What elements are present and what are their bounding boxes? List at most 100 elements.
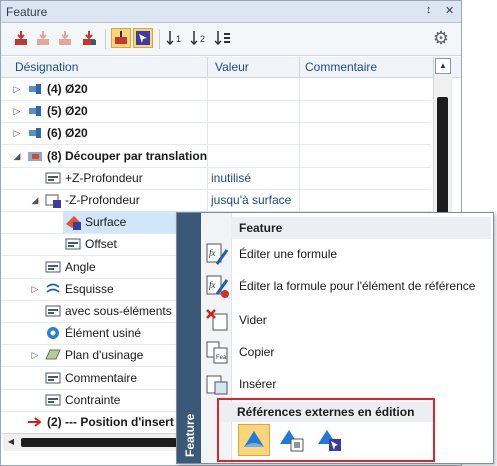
panel-titlebar: Feature ↕ ✕ <box>1 1 461 23</box>
menu-item-label: Copier <box>239 345 275 359</box>
tree-row-value[interactable]: jusqu'à surface <box>211 193 291 207</box>
tree-row-label: Offset <box>85 237 117 252</box>
h-scroll-thumb[interactable] <box>21 438 201 447</box>
tree-row[interactable]: ◢ (8) Découper par translation <box>1 145 431 168</box>
collapse-icon[interactable]: ◢ <box>29 189 41 211</box>
tree-row-label: (4) Ø20 <box>47 82 88 96</box>
menu-header-label: Feature <box>239 221 283 235</box>
insert-feature-3-icon[interactable] <box>79 28 99 48</box>
parameter-icon <box>45 170 61 186</box>
tree-row-label: Contrainte <box>65 392 121 407</box>
toolbar-separator-2 <box>159 29 160 49</box>
ext-ref-doc-icon[interactable] <box>276 424 308 456</box>
paste-icon <box>205 372 229 396</box>
tree-row-label: avec sous-éléments <box>65 304 172 318</box>
external-refs-header: Références externes en édition <box>219 402 433 422</box>
scroll-left-button[interactable]: ◀ <box>3 434 19 450</box>
svg-text:1: 1 <box>176 34 181 44</box>
panel-title: Feature <box>6 5 48 19</box>
tree-row-label: Élément usiné <box>65 326 142 341</box>
column-commentaire[interactable]: Commentaire <box>305 60 377 74</box>
formula-ref-edit-icon: fx <box>205 274 229 298</box>
expand-icon[interactable]: ▷ <box>11 78 23 100</box>
menu-item-edit-formula[interactable]: fx Éditer une formule <box>201 239 493 269</box>
column-designation[interactable]: Désignation <box>15 60 78 74</box>
insert-feature-disabled-icon[interactable] <box>33 28 53 48</box>
column-valeur[interactable]: Valeur <box>215 60 249 74</box>
toolbar: 1 2 ⚙ <box>1 23 461 56</box>
tree-row-value[interactable]: inutilisé <box>211 171 251 185</box>
scroll-up-button[interactable]: ▲ <box>435 58 451 74</box>
sort-2-icon[interactable]: 2 <box>189 28 209 48</box>
parameter-icon <box>45 303 61 319</box>
tree-row[interactable]: +Z-Profondeur inutilisé <box>1 167 431 190</box>
menu-header: Feature <box>231 217 491 239</box>
bolt-icon <box>27 125 43 141</box>
machined-gear-icon <box>45 325 61 341</box>
menu-item-edit-ref-formula[interactable]: fx Éditer la formule pour l'élément de r… <box>201 271 493 301</box>
insert-feature-icon[interactable] <box>11 28 31 48</box>
tree-row-label: Plan d'usinage <box>65 348 144 363</box>
collapse-icon[interactable]: ◢ <box>11 145 23 167</box>
gear-icon[interactable]: ⚙ <box>433 29 449 47</box>
parameter-icon <box>45 370 61 386</box>
external-refs-label: Références externes en édition <box>237 405 415 419</box>
cursor-select-icon[interactable] <box>133 28 153 48</box>
menu-item-label: Insérer <box>239 377 277 391</box>
copy-icon: Fea <box>205 340 229 364</box>
tree-row-label: Commentaire <box>65 370 138 385</box>
toolbar-separator <box>105 29 106 49</box>
tree-row-label: Angle <box>65 259 96 274</box>
tree-row-label: +Z-Profondeur <box>65 170 143 185</box>
expand-icon[interactable]: ▷ <box>11 100 23 122</box>
menu-item-label: Vider <box>239 313 267 327</box>
expand-icon[interactable]: ▷ <box>11 122 23 144</box>
insert-feature-disabled-2-icon[interactable] <box>55 28 75 48</box>
cut-extrude-icon <box>27 148 43 164</box>
menu-item-label: Éditer une formule <box>239 247 338 261</box>
menu-item-inserer[interactable]: Insérer <box>201 369 493 399</box>
parameter-icon <box>65 236 81 252</box>
expand-icon[interactable]: ▷ <box>29 278 41 300</box>
tree-row[interactable]: ▷ (6) Ø20 <box>1 122 431 146</box>
parameter-ref-icon <box>45 192 61 208</box>
tree-row-label: (6) Ø20 <box>47 126 88 141</box>
clear-icon <box>205 308 229 332</box>
tree-row-label: Surface <box>85 215 127 230</box>
svg-text:fx: fx <box>209 248 216 258</box>
svg-text:2: 2 <box>200 34 205 44</box>
parameter-icon <box>45 259 61 275</box>
ext-ref-active-icon[interactable] <box>238 424 270 456</box>
red-arrow-icon <box>27 414 43 430</box>
menu-item-copier[interactable]: Fea Copier <box>201 337 493 367</box>
sort-1-icon[interactable]: 1 <box>165 28 185 48</box>
surface-ref-icon <box>65 214 81 231</box>
tree-row-label: (8) Découper par translation <box>47 148 208 163</box>
bolt-icon <box>27 103 43 119</box>
close-icon[interactable]: ✕ <box>445 4 454 17</box>
tree-row-label: -Z-Profondeur <box>65 193 140 207</box>
expand-icon[interactable]: ▷ <box>29 344 41 366</box>
svg-text:fx: fx <box>209 280 216 290</box>
tree-row[interactable]: ▷ (5) Ø20 <box>1 100 431 124</box>
sort-3-icon[interactable] <box>213 28 233 48</box>
tree-row-label: Esquisse <box>65 281 114 296</box>
parameter-icon <box>45 392 61 408</box>
menu-item-label: Éditer la formule pour l'élément de réfé… <box>239 279 476 293</box>
bolt-icon <box>27 81 43 97</box>
svg-text:Fea: Fea <box>216 355 227 361</box>
tree-row-label: (5) Ø20 <box>47 104 88 119</box>
tree-row[interactable]: ▷ (4) Ø20 <box>1 78 431 101</box>
column-header: Désignation Valeur Commentaire <box>1 57 461 78</box>
feature-bar-icon[interactable] <box>111 28 131 48</box>
menu-item-vider[interactable]: Vider <box>201 305 493 335</box>
sketch-icon <box>45 281 61 297</box>
formula-edit-icon: fx <box>205 242 229 266</box>
tree-row-label: (2) --- Position d'insert <box>47 415 174 429</box>
plane-icon <box>45 347 61 363</box>
menu-side-label: Feature <box>183 413 197 457</box>
menu-side-banner: Feature <box>177 213 201 463</box>
tree-row[interactable]: ◢ -Z-Profondeur jusqu'à surface <box>1 189 431 212</box>
pin-icon[interactable]: ↕ <box>426 4 432 16</box>
ext-ref-select-icon[interactable] <box>314 424 346 456</box>
